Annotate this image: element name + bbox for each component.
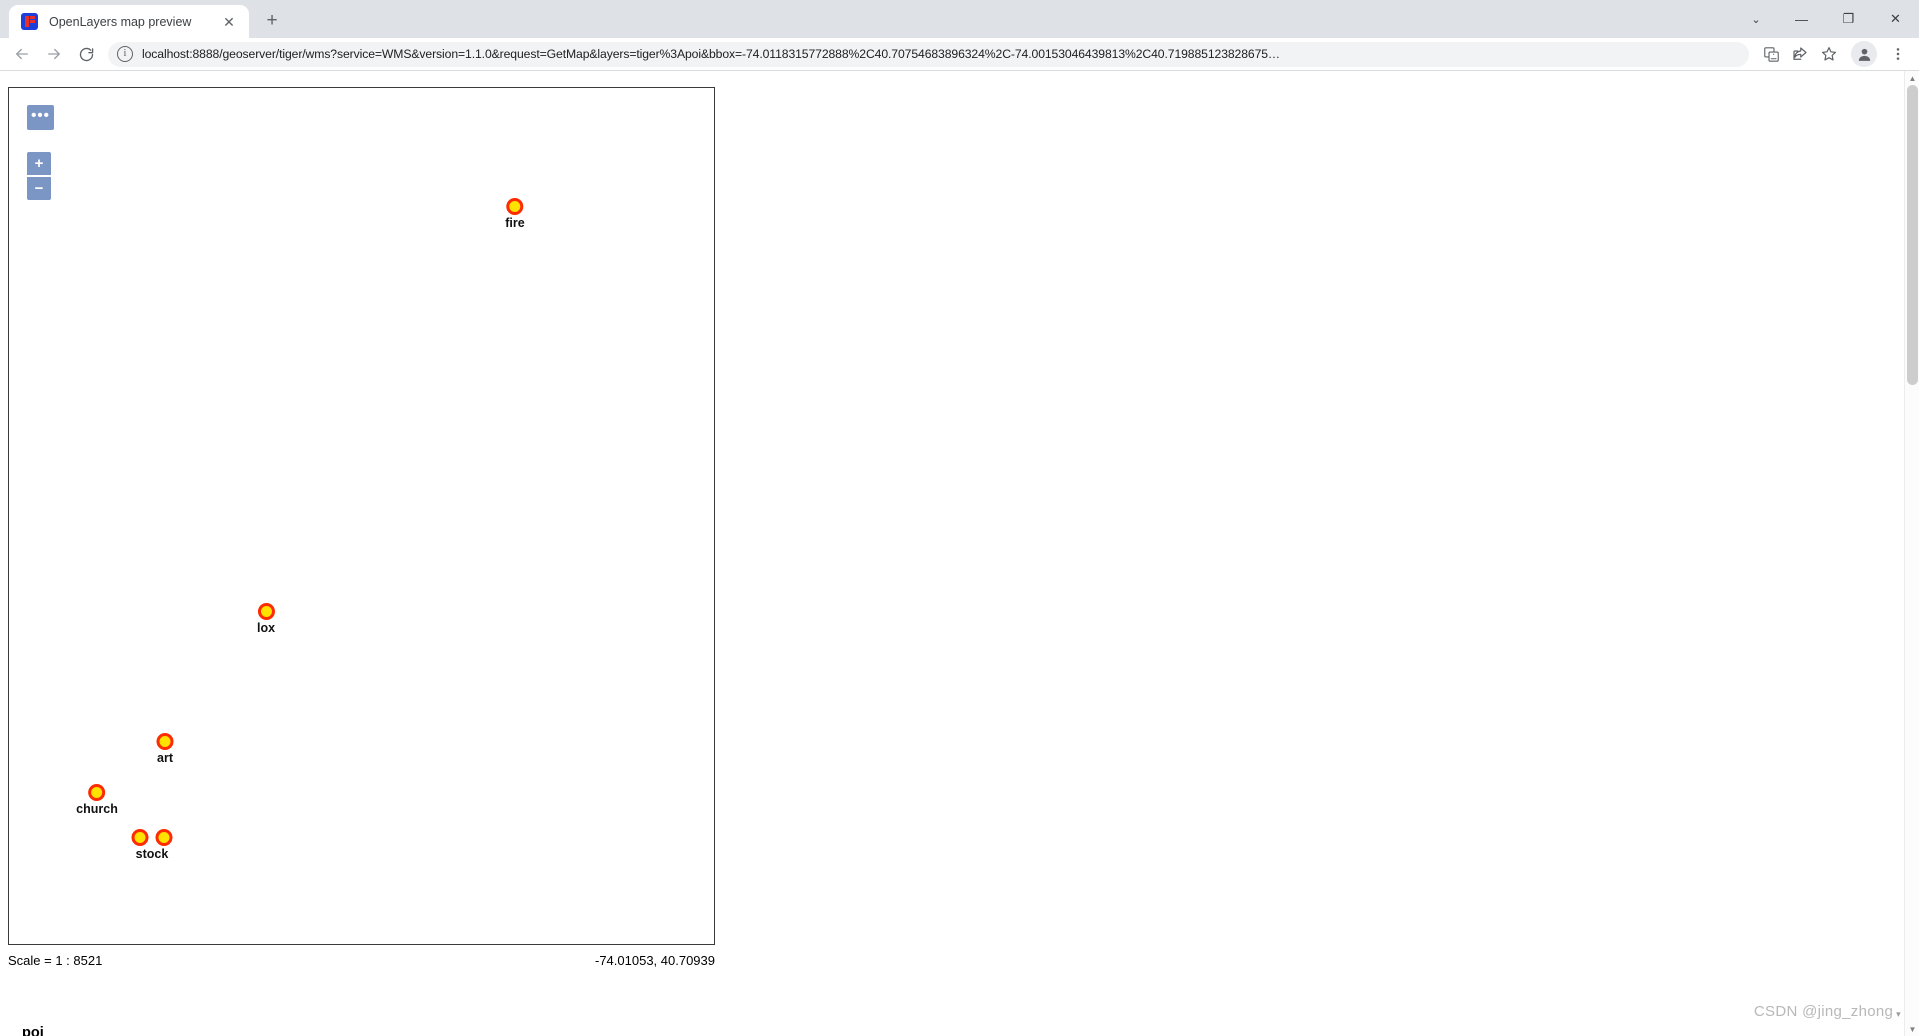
map-status-bar: Scale = 1 : 8521 -74.01053, 40.70939: [8, 951, 715, 969]
bookmark-star-icon[interactable]: [1815, 40, 1843, 68]
watermark: CSDN @jing_zhong ▾: [1754, 1003, 1901, 1020]
reload-icon[interactable]: [71, 39, 101, 69]
map-feature-label: fire: [505, 216, 525, 230]
page-scrollbar[interactable]: ▲ ▼: [1904, 71, 1919, 1036]
map-scale-text: Scale = 1 : 8521: [8, 952, 103, 968]
getfeatureinfo-results: poi fidNAMETHUMBNAILMAINPAGE poi.3artpic…: [22, 1026, 422, 1036]
window-controls: ⌄ — ❐ ✕: [1734, 0, 1919, 38]
scroll-down-icon[interactable]: ▼: [1905, 1022, 1919, 1036]
map-zoom-out-button[interactable]: −: [27, 177, 51, 200]
share-icon[interactable]: [1786, 40, 1814, 68]
map-feature-fire[interactable]: fire: [505, 198, 525, 230]
chrome-menu-icon[interactable]: [1884, 40, 1912, 68]
map-marker-icon[interactable]: [88, 784, 106, 801]
scrollbar-thumb[interactable]: [1907, 85, 1918, 385]
tab-openlayers-map-preview[interactable]: OpenLayers map preview ✕: [9, 5, 249, 38]
address-bar[interactable]: i localhost:8888/geoserver/tiger/wms?ser…: [108, 41, 1749, 67]
map-feature-label: church: [76, 802, 118, 816]
back-icon[interactable]: [7, 39, 37, 69]
page-content: ••• + − fire lox art church stock Scale = 1 …: [0, 71, 1919, 1036]
new-tab-button[interactable]: +: [258, 7, 286, 35]
layer-title: poi: [22, 1025, 44, 1036]
chevron-down-icon: ▾: [1896, 1009, 1901, 1019]
scroll-up-icon[interactable]: ▲: [1905, 71, 1919, 85]
openlayers-map[interactable]: ••• + − fire lox art church stock: [8, 87, 715, 945]
map-marker-icon[interactable]: [131, 829, 149, 846]
browser-titlebar: OpenLayers map preview ✕ + ⌄ — ❐ ✕: [0, 0, 1919, 38]
tab-title: OpenLayers map preview: [49, 14, 192, 29]
map-options-button[interactable]: •••: [27, 105, 54, 130]
map-marker-icon[interactable]: [156, 733, 174, 750]
map-marker-icon[interactable]: [257, 603, 275, 620]
map-coordinates-text: -74.01053, 40.70939: [595, 952, 715, 968]
tab-search-icon[interactable]: ⌄: [1734, 0, 1778, 38]
map-marker-icon[interactable]: [506, 198, 524, 215]
close-icon[interactable]: ✕: [219, 12, 239, 32]
map-container: ••• + − fire lox art church stock: [8, 87, 715, 945]
forward-icon[interactable]: [39, 39, 69, 69]
marker-pair: [131, 829, 173, 846]
translate-icon[interactable]: [1757, 40, 1785, 68]
map-feature-church[interactable]: church: [76, 784, 118, 816]
map-feature-art[interactable]: art: [156, 733, 174, 765]
map-zoom-in-button[interactable]: +: [27, 152, 51, 175]
tab-strip: OpenLayers map preview ✕ +: [0, 0, 286, 38]
map-feature-label: lox: [256, 621, 276, 635]
site-info-icon[interactable]: i: [117, 46, 133, 62]
map-feature-label: art: [157, 751, 173, 765]
profile-avatar[interactable]: [1851, 41, 1877, 67]
map-feature-stock[interactable]: stock: [131, 829, 173, 861]
maximize-restore-button[interactable]: ❐: [1825, 0, 1872, 38]
url-text: localhost:8888/geoserver/tiger/wms?servi…: [142, 47, 1281, 61]
browser-toolbar: i localhost:8888/geoserver/tiger/wms?ser…: [0, 38, 1919, 71]
map-feature-lox[interactable]: lox: [257, 603, 275, 635]
minimize-button[interactable]: —: [1778, 0, 1825, 38]
map-feature-label: stock: [135, 847, 169, 861]
openlayers-favicon: [21, 13, 38, 30]
browser-window: OpenLayers map preview ✕ + ⌄ — ❐ ✕ i loc…: [0, 0, 1919, 1036]
watermark-text: CSDN @jing_zhong: [1753, 1003, 1894, 1020]
close-window-button[interactable]: ✕: [1872, 0, 1919, 38]
map-marker-icon[interactable]: [155, 829, 173, 846]
